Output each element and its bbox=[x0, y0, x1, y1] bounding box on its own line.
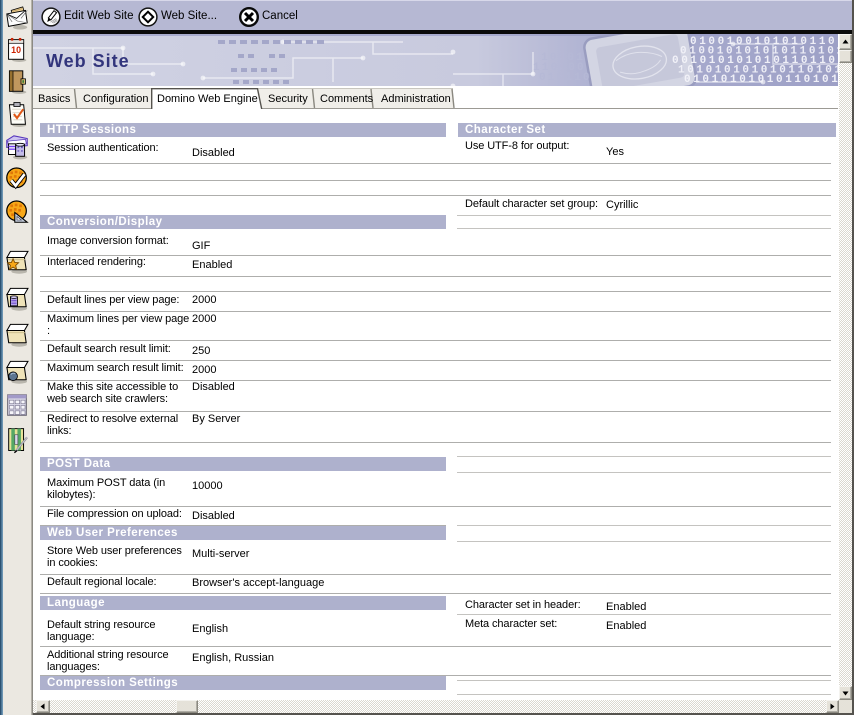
svg-text:Configuration: Configuration bbox=[83, 93, 148, 105]
svg-text:10: 10 bbox=[11, 45, 21, 55]
svg-text:Basics: Basics bbox=[38, 93, 71, 105]
svg-text:Web Site: Web Site bbox=[46, 51, 130, 71]
svg-text:010101010101101011: 010101010101101011 bbox=[684, 74, 838, 86]
svg-text:010110: 010110 bbox=[539, 72, 592, 84]
svg-text:Administration: Administration bbox=[381, 93, 451, 105]
svg-text:Security: Security bbox=[268, 93, 308, 105]
svg-text:Domino Web Engine: Domino Web Engine bbox=[157, 93, 258, 105]
svg-text:Comments: Comments bbox=[320, 93, 374, 105]
